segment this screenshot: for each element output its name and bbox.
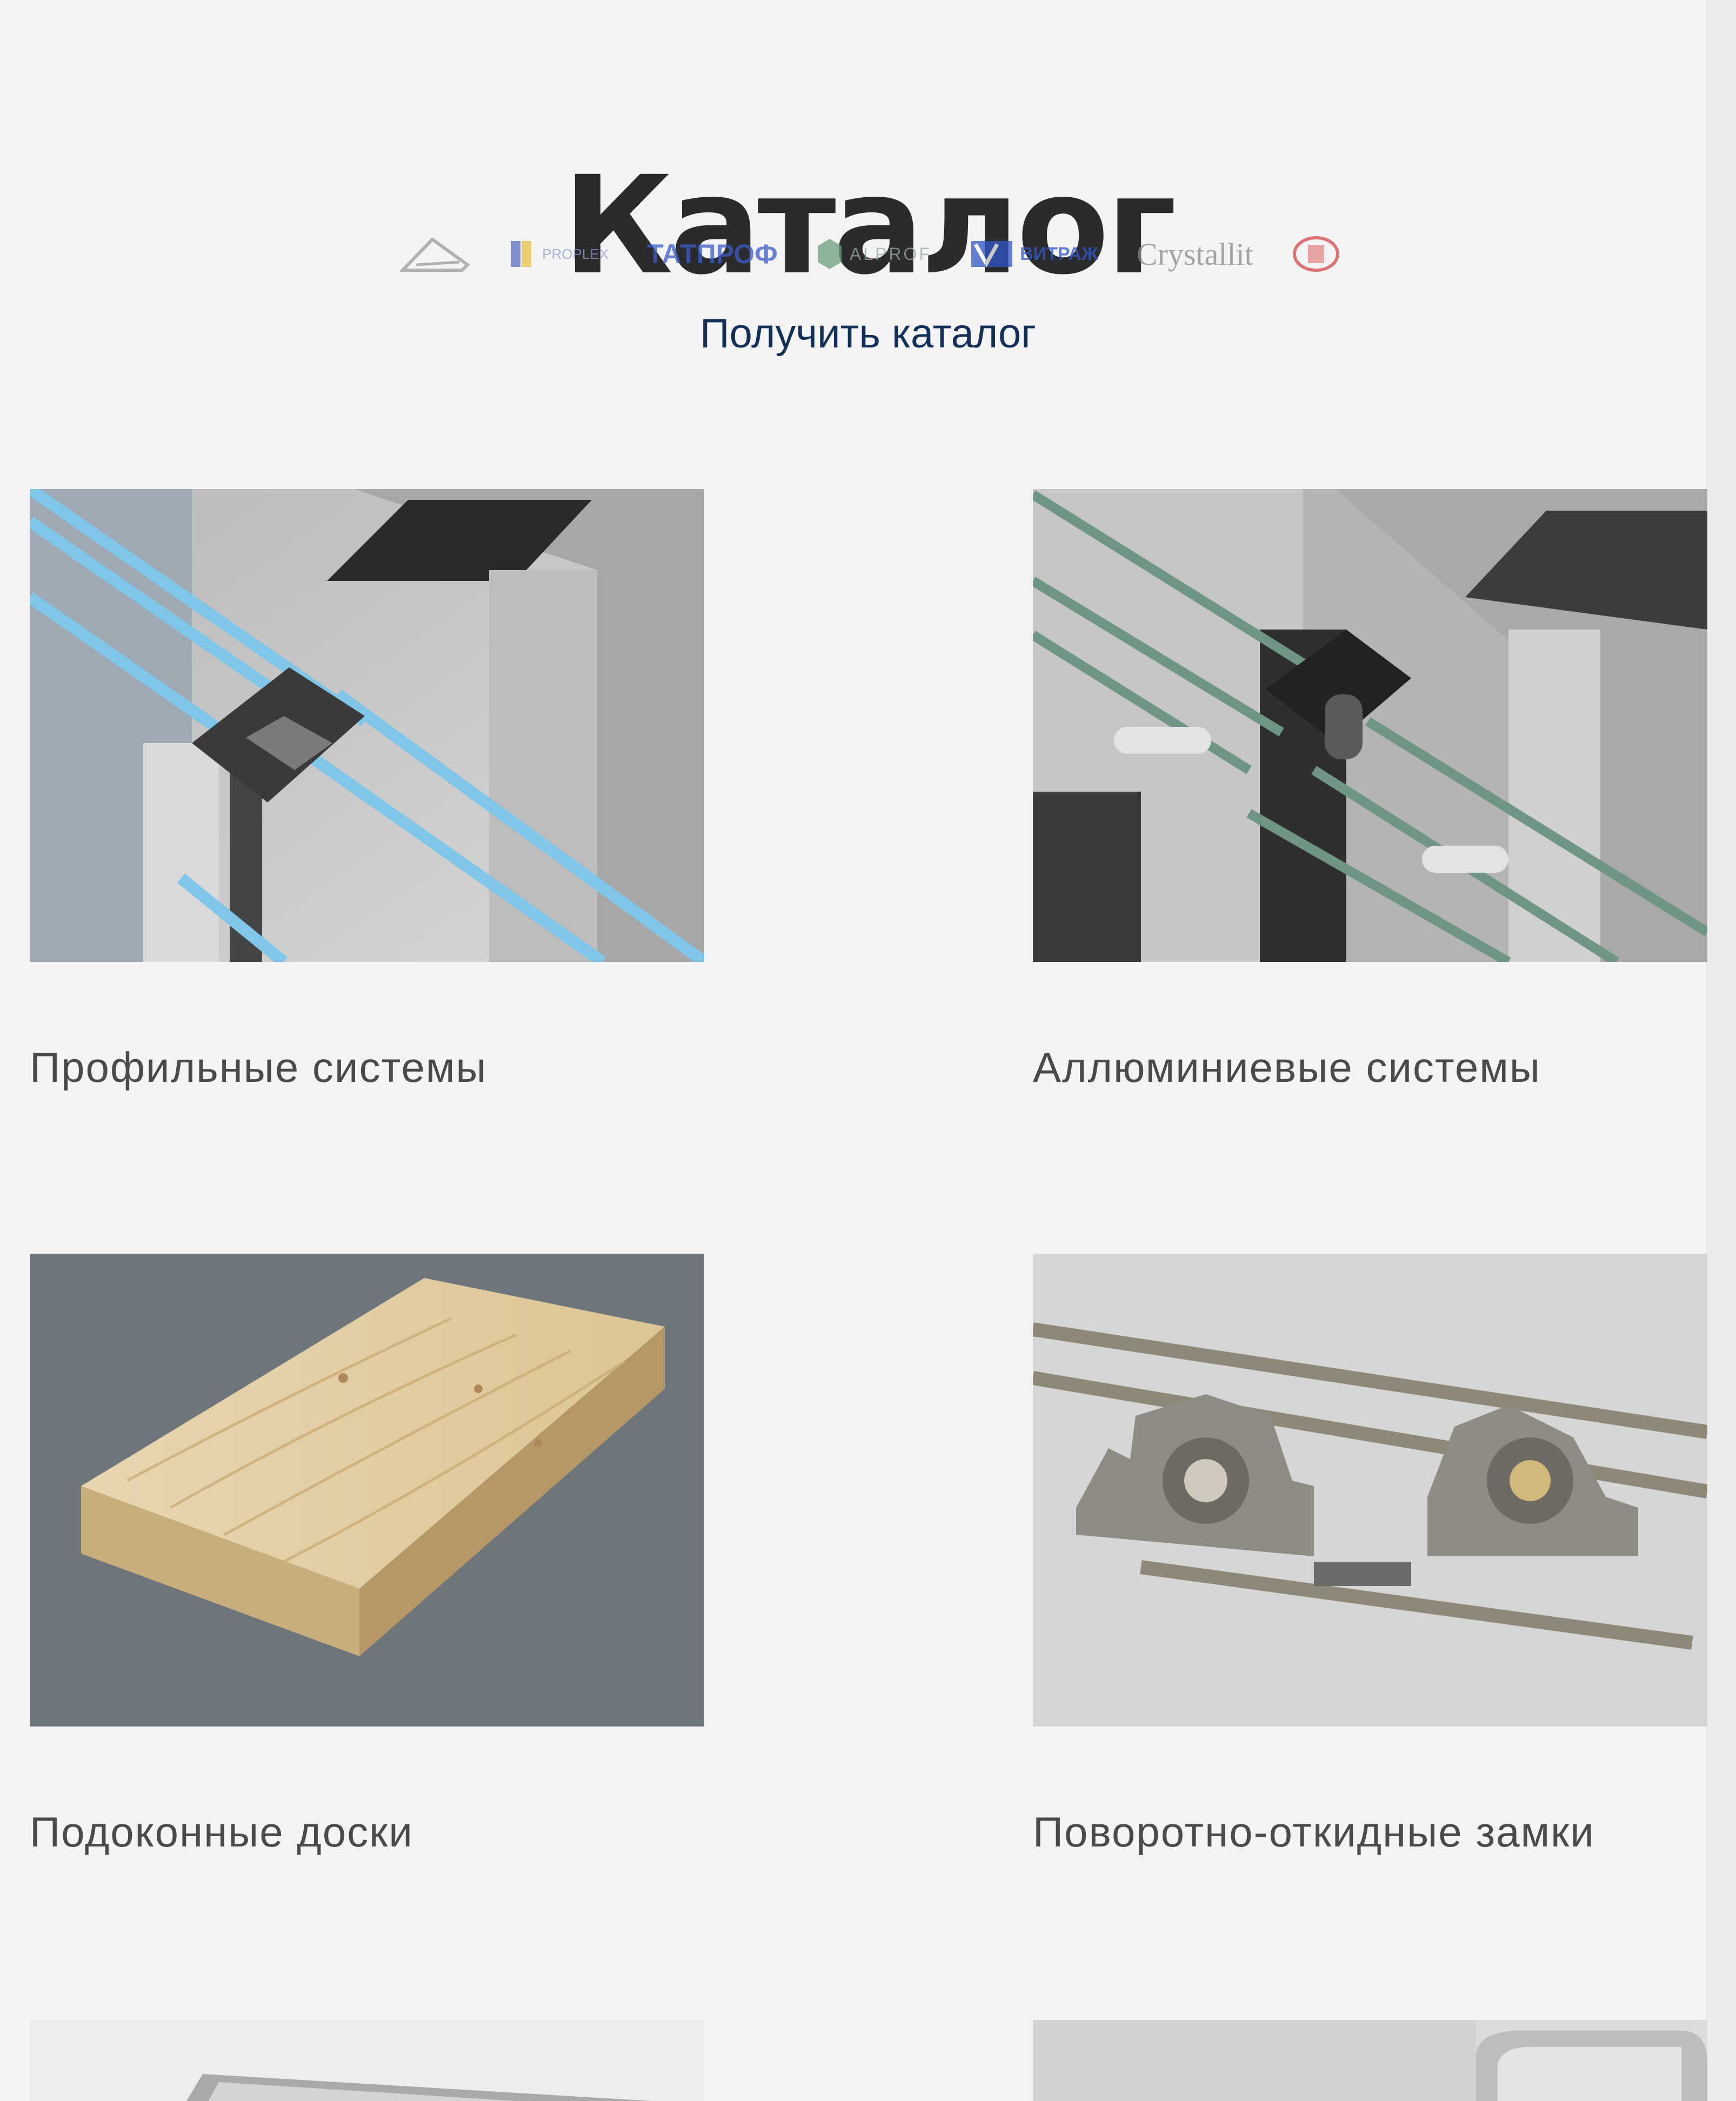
v-icon [971,241,1013,268]
catalog-card-partial-right[interactable] [1033,2020,1707,2101]
brand-logo-vitrazh: ВИТРАЖ [970,239,1098,269]
brand-logo-tatprof: ТАТПРОФ [647,238,778,270]
get-catalog-link[interactable]: Получить каталог [0,307,1736,361]
catalog-card-label[interactable]: Поворотно-откидные замки [1033,1802,1595,1862]
brand-logo-montblanc [400,235,470,273]
brand-crystallit-text: Crystallit [1136,236,1253,272]
profile-cutaway-image[interactable] [30,489,704,962]
catalog-card-partial-left[interactable] [30,2020,704,2101]
window-sill-board-image[interactable] [30,1254,704,1727]
brand-tatprof-text: ТАТПРОФ [647,239,778,269]
catalog-card-tilt-turn-locks[interactable]: Поворотно-откидные замки [1033,1254,1707,1856]
brand-alprof-text: ALPROF [849,244,932,264]
roof-triangle-icon [400,237,470,272]
brand-logo-crystallit: Crystallit [1137,236,1253,272]
catalog-card-window-sills[interactable]: Подоконные доски [30,1254,704,1856]
round-emblem-icon [1292,236,1339,272]
brand-logo-proplex: PROPLEX [509,239,609,269]
brand-logo-round [1292,235,1340,273]
tilt-turn-lock-image[interactable] [1033,1254,1707,1727]
partial-product-image[interactable] [30,2020,704,2101]
brand-logo-strip: PROPLEX ТАТПРОФ ALPROF ВИТРАЖ Crystallit [400,230,1340,278]
page-title: Каталог [562,146,1177,304]
catalog-card-profile-systems[interactable]: Профильные системы [30,489,704,1091]
flag-icon [511,241,532,267]
brand-logo-alprof: ALPROF [816,238,932,270]
aluminum-profile-image[interactable] [1033,489,1707,962]
catalog-card-aluminum-systems[interactable]: Аллюминиевые системы [1033,489,1707,1091]
brand-vitrazh-text: ВИТРАЖ [1020,243,1098,264]
catalog-card-label[interactable]: Профильные системы [30,1038,487,1097]
catalog-card-label[interactable]: Аллюминиевые системы [1033,1038,1541,1097]
partial-product-image[interactable] [1033,2020,1707,2101]
catalog-card-label[interactable]: Подоконные доски [30,1802,413,1862]
hexagon-icon [817,239,842,269]
brand-proplex-text: PROPLEX [542,245,609,262]
